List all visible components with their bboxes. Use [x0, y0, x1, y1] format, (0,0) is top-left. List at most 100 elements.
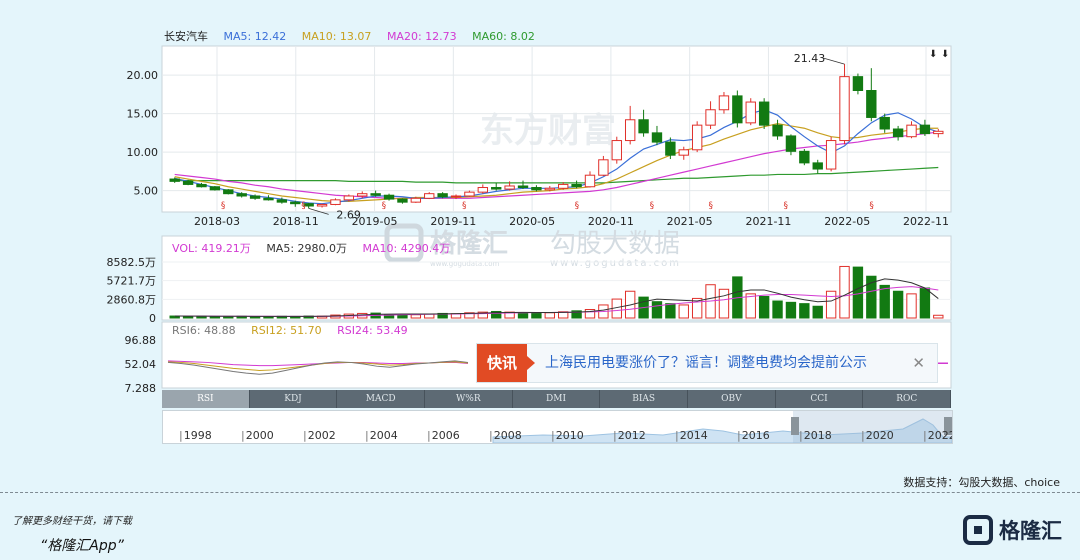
volume-bar: [825, 290, 837, 319]
candle: [866, 90, 877, 118]
candle: [906, 124, 917, 138]
timeline-year-label: 2018: [799, 429, 832, 442]
rsi-legend: RSI6: 48.88 RSI12: 51.70 RSI24: 53.49: [172, 324, 420, 337]
legend-ma60: MA60: 8.02: [472, 30, 535, 43]
candle: [223, 189, 234, 195]
legend-ma10: MA10: 13.07: [301, 30, 372, 43]
volume-y-tick: 8582.5万: [107, 256, 157, 269]
tab-roc[interactable]: ROC: [863, 390, 952, 408]
y-tick-label: 5.00: [134, 185, 159, 198]
divider: [0, 492, 1080, 493]
timeline-year-label: 2010: [551, 429, 584, 442]
timeline-year-label: 2000: [241, 429, 274, 442]
candle: [424, 193, 435, 199]
candle: [732, 95, 743, 124]
x-tick-label: 2022-11: [903, 215, 949, 228]
candle: [410, 197, 422, 203]
footer-slogan: 了解更多财经干货，请下载: [12, 516, 132, 527]
timeline-year-label: 2012: [613, 429, 646, 442]
event-marker-icon[interactable]: §: [382, 201, 387, 211]
tab-cci[interactable]: CCI: [776, 390, 864, 408]
candle: [624, 119, 636, 142]
volume-y-tick: 5721.7万: [107, 275, 157, 288]
volume-bar: [772, 300, 783, 319]
candle: [517, 185, 529, 189]
legend-rsi12: RSI12: 51.70: [251, 324, 322, 337]
candle: [316, 203, 328, 207]
stock-name: 长安汽车: [164, 30, 208, 43]
event-marker-icon[interactable]: §: [221, 201, 226, 211]
volume-y-tick: 2860.8万: [107, 293, 157, 306]
timeline-navigator[interactable]: 1998 2000 2002 2004 2006 2008 2010 2012 2014 2016…: [162, 410, 953, 444]
event-marker-icon[interactable]: §: [784, 201, 789, 211]
y-tick-label: 15.00: [127, 108, 159, 121]
event-marker-icon[interactable]: §: [575, 201, 580, 211]
tab-wr[interactable]: W%R: [425, 390, 513, 408]
event-marker-icon[interactable]: §: [869, 201, 874, 211]
candle: [718, 95, 730, 111]
x-tick-label: 2018-03: [194, 215, 240, 228]
candle: [799, 150, 810, 164]
volume-bar: [651, 301, 663, 319]
candle: [357, 193, 368, 197]
watermark-main: 东方财富: [480, 111, 616, 151]
candle: [933, 130, 944, 135]
volume-bar: [906, 293, 917, 319]
news-headline-link[interactable]: 上海民用电要涨价了？谣言！调整电费均会提前公示: [545, 344, 867, 382]
x-tick-label: 2018-11: [273, 215, 319, 228]
tab-rsi[interactable]: RSI: [162, 390, 250, 408]
x-tick-label: 2021-05: [667, 215, 713, 228]
candle: [383, 194, 395, 200]
candle: [571, 183, 582, 188]
event-marker-icon[interactable]: §: [650, 201, 655, 211]
candle: [611, 140, 622, 161]
volume-bar: [718, 288, 730, 319]
annotation-label: 2.69: [336, 208, 361, 221]
tab-dmi[interactable]: DMI: [513, 390, 601, 408]
legend-rsi24: RSI24: 53.49: [337, 324, 408, 337]
candle: [491, 187, 502, 190]
arrow-down-icon[interactable]: ⬇: [941, 49, 949, 60]
event-marker-icon[interactable]: §: [709, 201, 714, 211]
annotation-label: 21.43: [794, 52, 826, 65]
candle: [852, 76, 864, 91]
candle: [758, 101, 770, 126]
volume-bar: [812, 305, 823, 319]
candle: [263, 197, 274, 201]
news-tag: 快讯: [477, 344, 535, 382]
candle: [169, 178, 180, 182]
volume-bar: [839, 265, 850, 319]
arrow-down-icon[interactable]: ⬇: [929, 49, 937, 60]
candle: [330, 199, 341, 205]
candle: [477, 187, 489, 193]
rsi-y-tick: 96.88: [125, 334, 157, 347]
candle: [879, 116, 890, 130]
tab-obv[interactable]: OBV: [688, 390, 776, 408]
tab-macd[interactable]: MACD: [337, 390, 426, 408]
x-tick-label: 2022-05: [824, 215, 870, 228]
legend-ma20: MA20: 12.73: [386, 30, 457, 43]
timeline-year-label: 2016: [737, 429, 770, 442]
timeline-year-label: 2014: [675, 429, 708, 442]
candle: [839, 76, 850, 142]
candle: [919, 124, 931, 135]
volume-bar: [745, 293, 756, 319]
legend-ma5: MA5: 12.42: [223, 30, 287, 43]
candle: [638, 119, 649, 134]
candle: [544, 187, 555, 191]
volume-bar: [410, 314, 422, 319]
close-icon[interactable]: ✕: [912, 344, 925, 382]
range-handle-left[interactable]: [791, 417, 799, 435]
y-tick-label: 10.00: [127, 146, 159, 159]
volume-bar: [209, 316, 221, 319]
tab-bias[interactable]: BIAS: [600, 390, 689, 408]
tab-kdj[interactable]: KDJ: [250, 390, 338, 408]
news-flash-banner[interactable]: 快讯 上海民用电要涨价了？谣言！调整电费均会提前公示 ✕: [476, 343, 938, 383]
candle: [531, 187, 542, 191]
volume-bar: [933, 314, 944, 319]
event-marker-icon[interactable]: §: [462, 201, 467, 211]
legend-vol: VOL: 419.21万: [172, 242, 251, 255]
rsi-y-tick: 7.288: [125, 382, 157, 395]
event-marker-icon[interactable]: §: [301, 201, 306, 211]
legend-vol-ma5: MA5: 2980.0万: [266, 242, 348, 255]
